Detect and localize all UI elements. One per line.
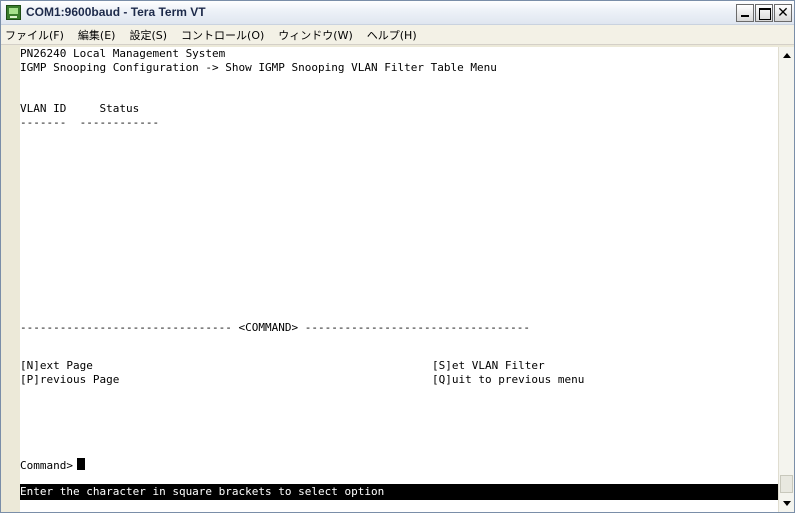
- title-bar[interactable]: COM1:9600baud - Tera Term VT ✕: [1, 1, 794, 25]
- scrollbar-thumb[interactable]: [780, 475, 793, 493]
- command-next-page[interactable]: [N]ext Page: [20, 359, 93, 373]
- menu-help[interactable]: ヘルプ(H): [367, 27, 417, 43]
- menu-path: IGMP Snooping Configuration -> Show IGMP…: [20, 61, 497, 74]
- command-prompt: Command>: [20, 459, 73, 472]
- vertical-scrollbar[interactable]: [778, 47, 794, 512]
- minimize-button[interactable]: [736, 4, 754, 22]
- menu-control[interactable]: コントロール(O): [181, 27, 264, 43]
- command-prompt-line[interactable]: Command>: [20, 458, 85, 472]
- maximize-button[interactable]: [755, 4, 773, 22]
- status-line: Enter the character in square brackets t…: [20, 484, 780, 500]
- menu-setup[interactable]: 設定(S): [129, 27, 167, 43]
- maximize-icon: [756, 5, 772, 21]
- scroll-up-arrow-icon[interactable]: [779, 47, 794, 63]
- command-divider: -------------------------------- <COMMAN…: [20, 321, 530, 334]
- tera-term-app-icon[interactable]: [6, 5, 21, 20]
- close-icon: ✕: [777, 5, 789, 21]
- window-title: COM1:9600baud - Tera Term VT: [26, 5, 206, 19]
- command-set-vlan-filter[interactable]: [S]et VLAN Filter: [432, 359, 545, 373]
- scroll-down-arrow-icon[interactable]: [779, 496, 794, 512]
- menu-bar: ファイル(F) 編集(E) 設定(S) コントロール(O) ウィンドウ(W) ヘ…: [1, 25, 794, 45]
- text-cursor: [76, 458, 85, 470]
- menu-window[interactable]: ウィンドウ(W): [278, 27, 352, 43]
- window-controls: ✕: [735, 4, 792, 22]
- tera-term-window: COM1:9600baud - Tera Term VT ✕ ファイル(F) 編…: [0, 0, 795, 513]
- command-previous-page[interactable]: [P]revious Page: [20, 373, 119, 387]
- command-quit[interactable]: [Q]uit to previous menu: [432, 373, 584, 387]
- menu-edit[interactable]: 編集(E): [78, 27, 116, 43]
- column-headers: VLAN ID Status: [20, 102, 140, 115]
- system-title: PN26240 Local Management System: [20, 47, 226, 60]
- menu-file[interactable]: ファイル(F): [5, 27, 64, 43]
- close-button[interactable]: ✕: [774, 4, 792, 22]
- column-underline: ------- ------------: [20, 116, 160, 129]
- terminal-screen[interactable]: PN26240 Local Management System IGMP Sno…: [20, 47, 780, 512]
- minimize-icon: [737, 5, 753, 21]
